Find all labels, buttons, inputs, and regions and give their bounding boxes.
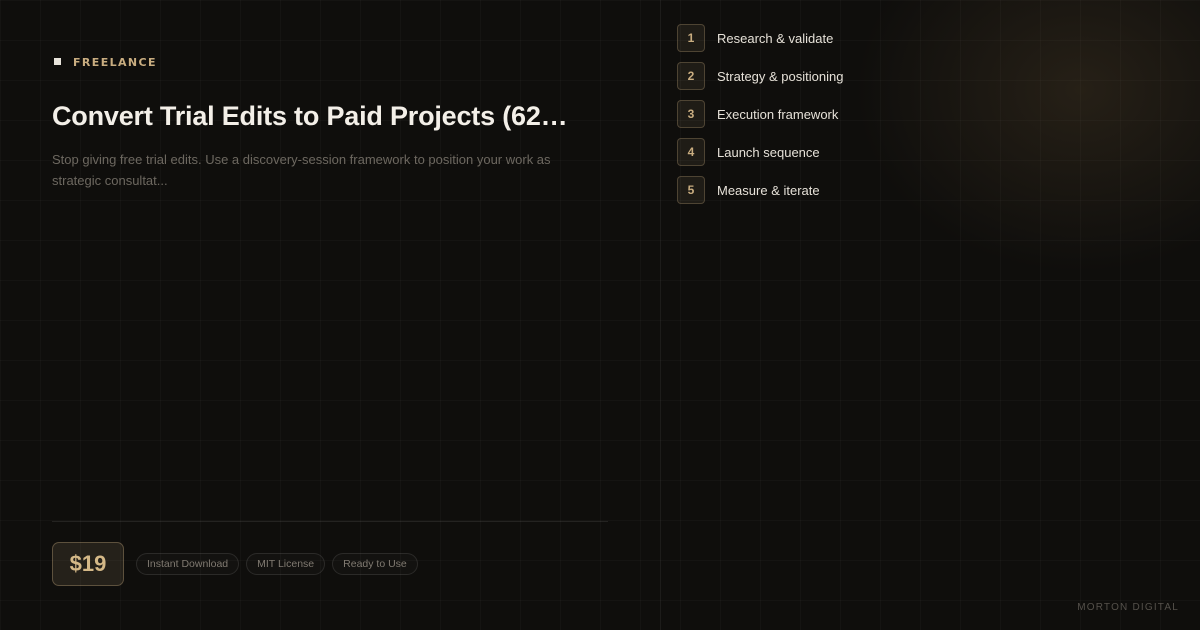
product-title: Convert Trial Edits to Paid Projects (62…	[52, 101, 568, 131]
step-label: Execution framework	[717, 106, 839, 122]
price-badge: $19	[52, 542, 124, 586]
square-icon	[54, 58, 61, 65]
category-tag: FREELANCE	[54, 56, 157, 69]
step-item: 4 Launch sequence	[677, 138, 843, 166]
step-number: 5	[677, 176, 705, 204]
step-label: Research & validate	[717, 30, 834, 46]
badge-instant-download: Instant Download	[136, 553, 240, 575]
step-number: 2	[677, 62, 705, 90]
footer-divider	[52, 521, 608, 522]
step-number: 1	[677, 24, 705, 52]
step-item: 2 Strategy & positioning	[677, 62, 843, 90]
step-item: 3 Execution framework	[677, 100, 843, 128]
badge-ready-to-use: Ready to Use	[332, 553, 418, 575]
step-number: 3	[677, 100, 705, 128]
badge-license: MIT License	[246, 553, 326, 575]
category-label: FREELANCE	[73, 56, 157, 69]
step-label: Measure & iterate	[717, 182, 820, 198]
step-item: 1 Research & validate	[677, 24, 843, 52]
feature-badges: Instant Download MIT License Ready to Us…	[136, 553, 418, 575]
product-card: FREELANCE Convert Trial Edits to Paid Pr…	[0, 0, 1200, 630]
step-item: 5 Measure & iterate	[677, 176, 843, 204]
step-label: Launch sequence	[717, 144, 820, 160]
step-label: Strategy & positioning	[717, 68, 844, 84]
product-description: Stop giving free trial edits. Use a disc…	[52, 152, 551, 188]
step-number: 4	[677, 138, 705, 166]
brand-name: MORTON DIGITAL	[1077, 602, 1179, 613]
panel-divider	[660, 0, 661, 630]
steps-list: 1 Research & validate 2 Strategy & posit…	[677, 24, 843, 214]
